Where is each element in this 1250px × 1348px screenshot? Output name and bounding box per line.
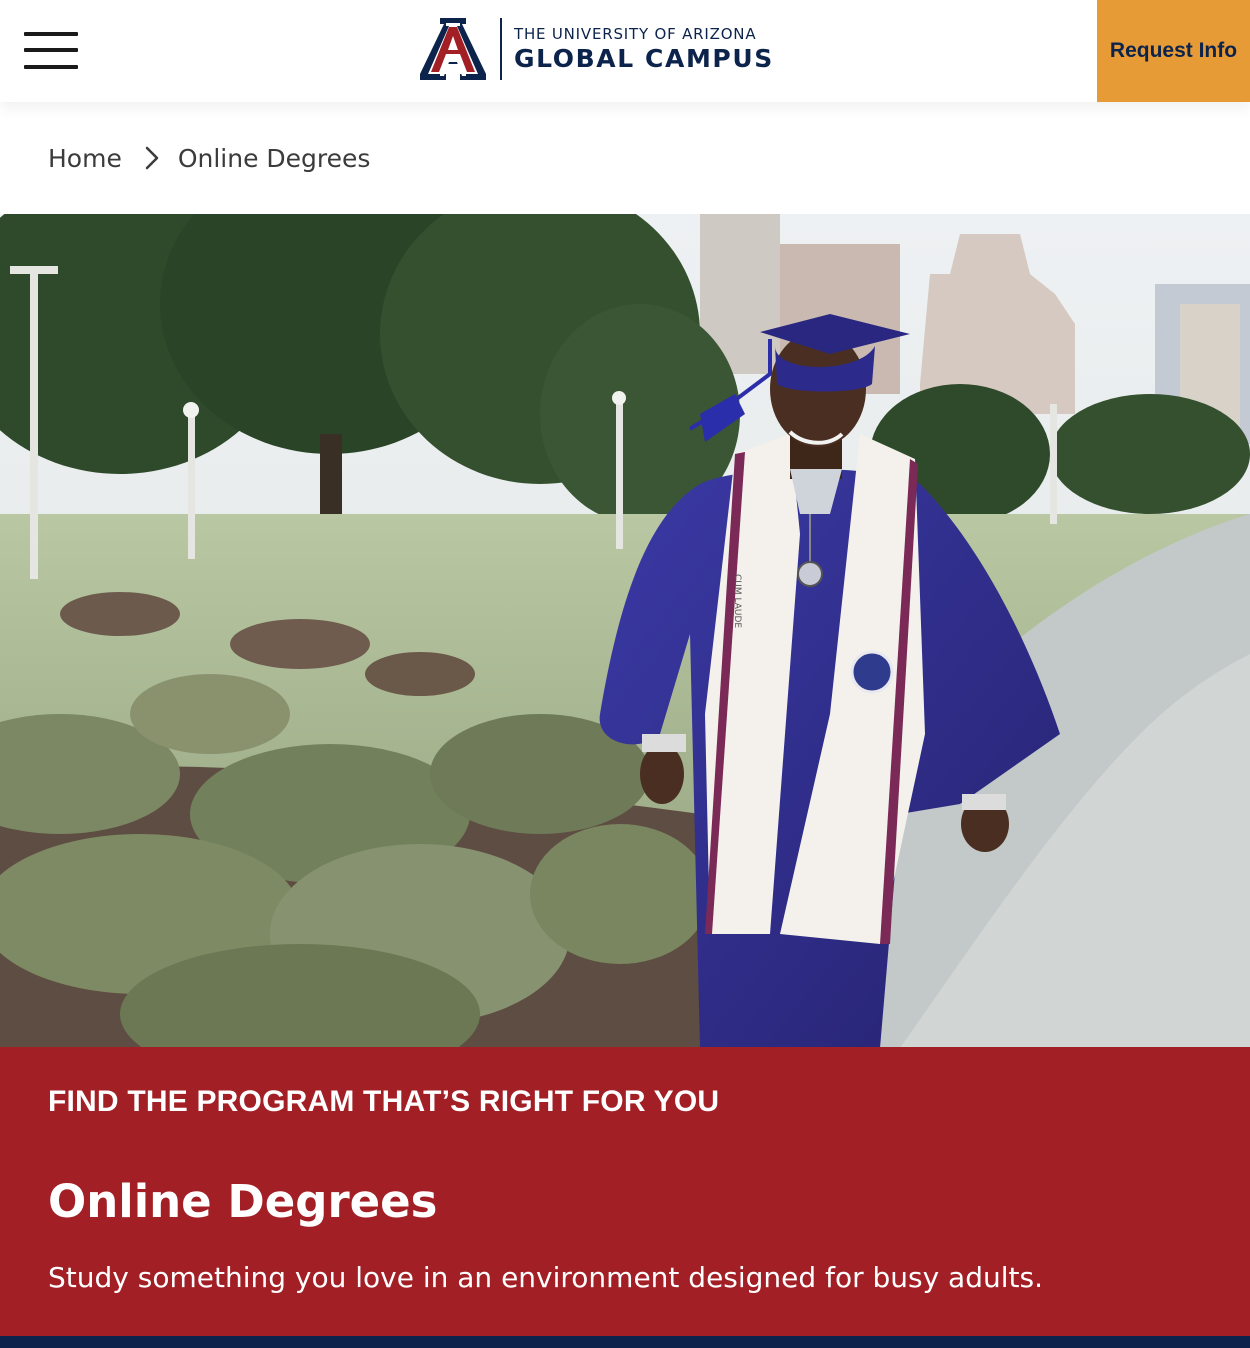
logo-divider [500,18,502,80]
chevron-right-icon [134,146,170,170]
site-header: THE UNIVERSITY OF ARIZONA GLOBAL CAMPUS … [0,0,1250,102]
hero-graduate-image: CUM LAUDE [0,214,1250,1048]
banner-eyebrow: FIND THE PROGRAM THAT’S RIGHT FOR YOU [48,1085,720,1118]
hamburger-menu-icon[interactable] [24,32,78,70]
breadcrumb-home-link[interactable]: Home [48,144,122,173]
breadcrumb-current: Online Degrees [177,143,371,173]
menu-bar [24,65,78,69]
stole-text: CUM LAUDE [732,574,742,628]
logo-campus-name: GLOBAL CAMPUS [514,44,774,73]
arizona-a-logo-icon [420,18,486,80]
hero-banner: FIND THE PROGRAM THAT’S RIGHT FOR YOU On… [0,1047,1250,1336]
menu-bar [24,48,78,52]
breadcrumb: Home Online Degrees [48,140,370,176]
site-logo[interactable]: THE UNIVERSITY OF ARIZONA GLOBAL CAMPUS [420,16,790,82]
banner-subtitle: Study something you love in an environme… [48,1261,1043,1294]
logo-university-name: THE UNIVERSITY OF ARIZONA [514,25,757,43]
page-title: Online Degrees [48,1175,438,1228]
request-info-button[interactable]: Request Info [1097,0,1250,102]
bottom-strip [0,1336,1250,1348]
menu-bar [24,32,78,36]
